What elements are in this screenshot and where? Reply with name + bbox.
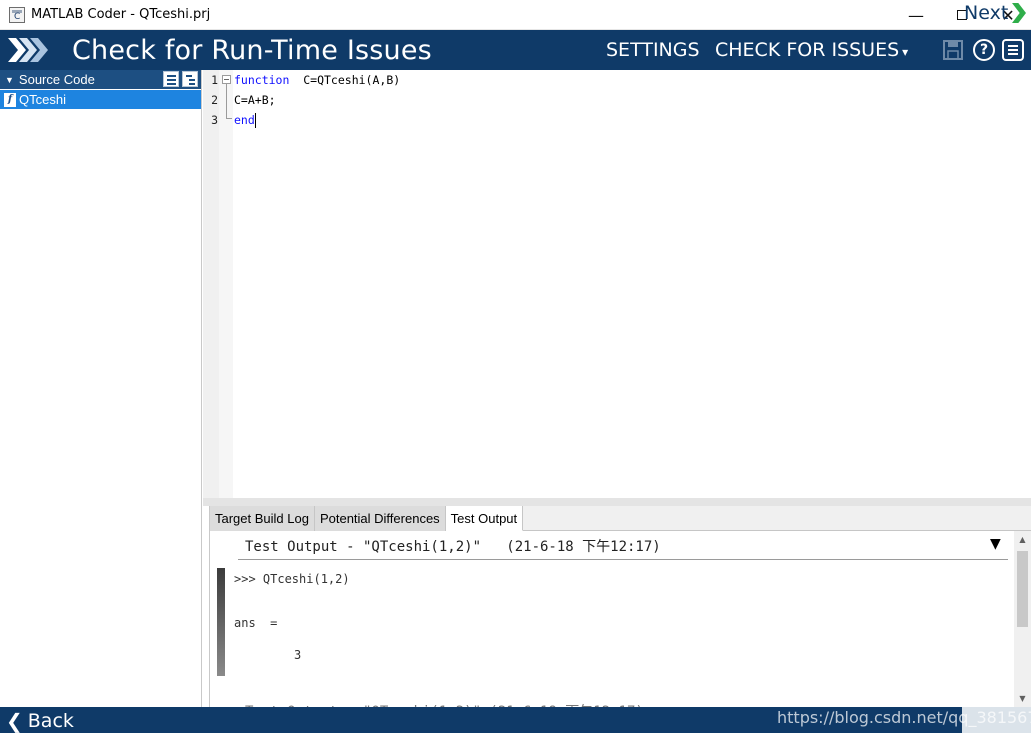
back-button[interactable]: ❮ Back — [6, 709, 74, 733]
result-value: 3 — [294, 648, 302, 662]
window-titlebar: MATLAB Coder - QTceshi.prj — ✕ — [0, 0, 1031, 30]
scroll-thumb[interactable] — [1017, 551, 1028, 627]
back-label: Back — [27, 710, 74, 732]
output-tabs: Target Build Log Potential Differences T… — [210, 506, 1031, 531]
panel-splitter[interactable] — [203, 498, 1031, 506]
collapse-caret-icon[interactable]: ▼ — [990, 536, 1001, 552]
next-label[interactable]: Next — [964, 2, 1008, 24]
check-for-issues-button[interactable]: CHECK FOR ISSUES ▾ — [715, 39, 908, 61]
back-chevron-icon: ❮ — [6, 709, 23, 733]
chevrons-logo-icon — [8, 38, 48, 62]
code-text: C=QTceshi(A,B) — [289, 73, 401, 87]
collapse-triangle-icon[interactable]: ▼ — [5, 75, 14, 85]
code-line[interactable]: end — [234, 110, 256, 130]
output-panel: Target Build Log Potential Differences T… — [209, 506, 1031, 707]
line-number-gutter — [203, 70, 219, 498]
function-file-icon: f — [4, 92, 16, 107]
menu-icon[interactable] — [1002, 39, 1024, 61]
check-for-issues-label: CHECK FOR ISSUES — [715, 39, 900, 61]
save-icon[interactable] — [942, 39, 964, 61]
app-header: Check for Run-Time Issues SETTINGS CHECK… — [0, 30, 1031, 70]
scroll-up-icon[interactable]: ▲ — [1014, 531, 1031, 548]
page-title: Check for Run-Time Issues — [72, 34, 432, 66]
fold-icon[interactable] — [222, 75, 231, 84]
sidebar-item-qtceshi[interactable]: f QTceshi — [0, 90, 201, 109]
code-keyword: end — [234, 113, 255, 127]
window-title: MATLAB Coder - QTceshi.prj — [31, 7, 211, 22]
fold-guide-end — [226, 118, 232, 119]
source-code-label: Source Code — [18, 72, 95, 87]
source-code-sidebar: ▼ Source Code f QTceshi — [0, 70, 202, 707]
code-line[interactable]: function C=QTceshi(A,B) — [234, 70, 400, 90]
settings-button[interactable]: SETTINGS — [606, 39, 700, 61]
help-icon[interactable]: ? — [973, 39, 995, 61]
output-scrollbar[interactable]: ▲ ▼ — [1014, 531, 1031, 707]
source-code-header[interactable]: ▼ Source Code — [0, 70, 201, 89]
scroll-down-icon[interactable]: ▼ — [1014, 690, 1031, 707]
tree-view-icon[interactable] — [182, 71, 198, 87]
app-icon — [9, 6, 25, 23]
line-number: 3 — [211, 113, 218, 127]
chevron-down-icon: ▾ — [902, 45, 909, 59]
minimize-button[interactable]: — — [893, 0, 939, 30]
tab-target-build-log[interactable]: Target Build Log — [210, 506, 315, 531]
watermark: https://blog.csdn.net/qq_38156743 — [777, 708, 1031, 727]
line-number: 2 — [211, 93, 218, 107]
fold-guide — [226, 84, 227, 118]
line-number: 1 — [211, 73, 218, 87]
ans-line: ans = — [234, 616, 278, 630]
code-keyword: function — [234, 73, 290, 87]
sidebar-tools — [163, 71, 198, 87]
sidebar-item-label: QTceshi — [19, 92, 66, 107]
code-text: C=A+B; — [234, 93, 276, 107]
output-block-marker — [217, 568, 225, 676]
list-view-icon[interactable] — [163, 71, 179, 87]
command-prompt-line: >>> QTceshi(1,2) — [234, 572, 350, 586]
code-editor[interactable]: 1 function C=QTceshi(A,B) 2 C=A+B; 3 end — [203, 70, 1031, 498]
tab-test-output[interactable]: Test Output — [445, 506, 524, 531]
test-output-header: Test Output - "QTceshi(1,2)" (21-6-18 下午… — [245, 539, 661, 555]
code-line[interactable]: C=A+B; — [234, 90, 276, 110]
fold-margin — [219, 70, 233, 498]
header-divider — [238, 559, 1008, 560]
text-cursor — [254, 113, 256, 128]
tab-potential-differences[interactable]: Potential Differences — [314, 506, 446, 531]
window-controls: — ✕ — [893, 0, 1031, 30]
